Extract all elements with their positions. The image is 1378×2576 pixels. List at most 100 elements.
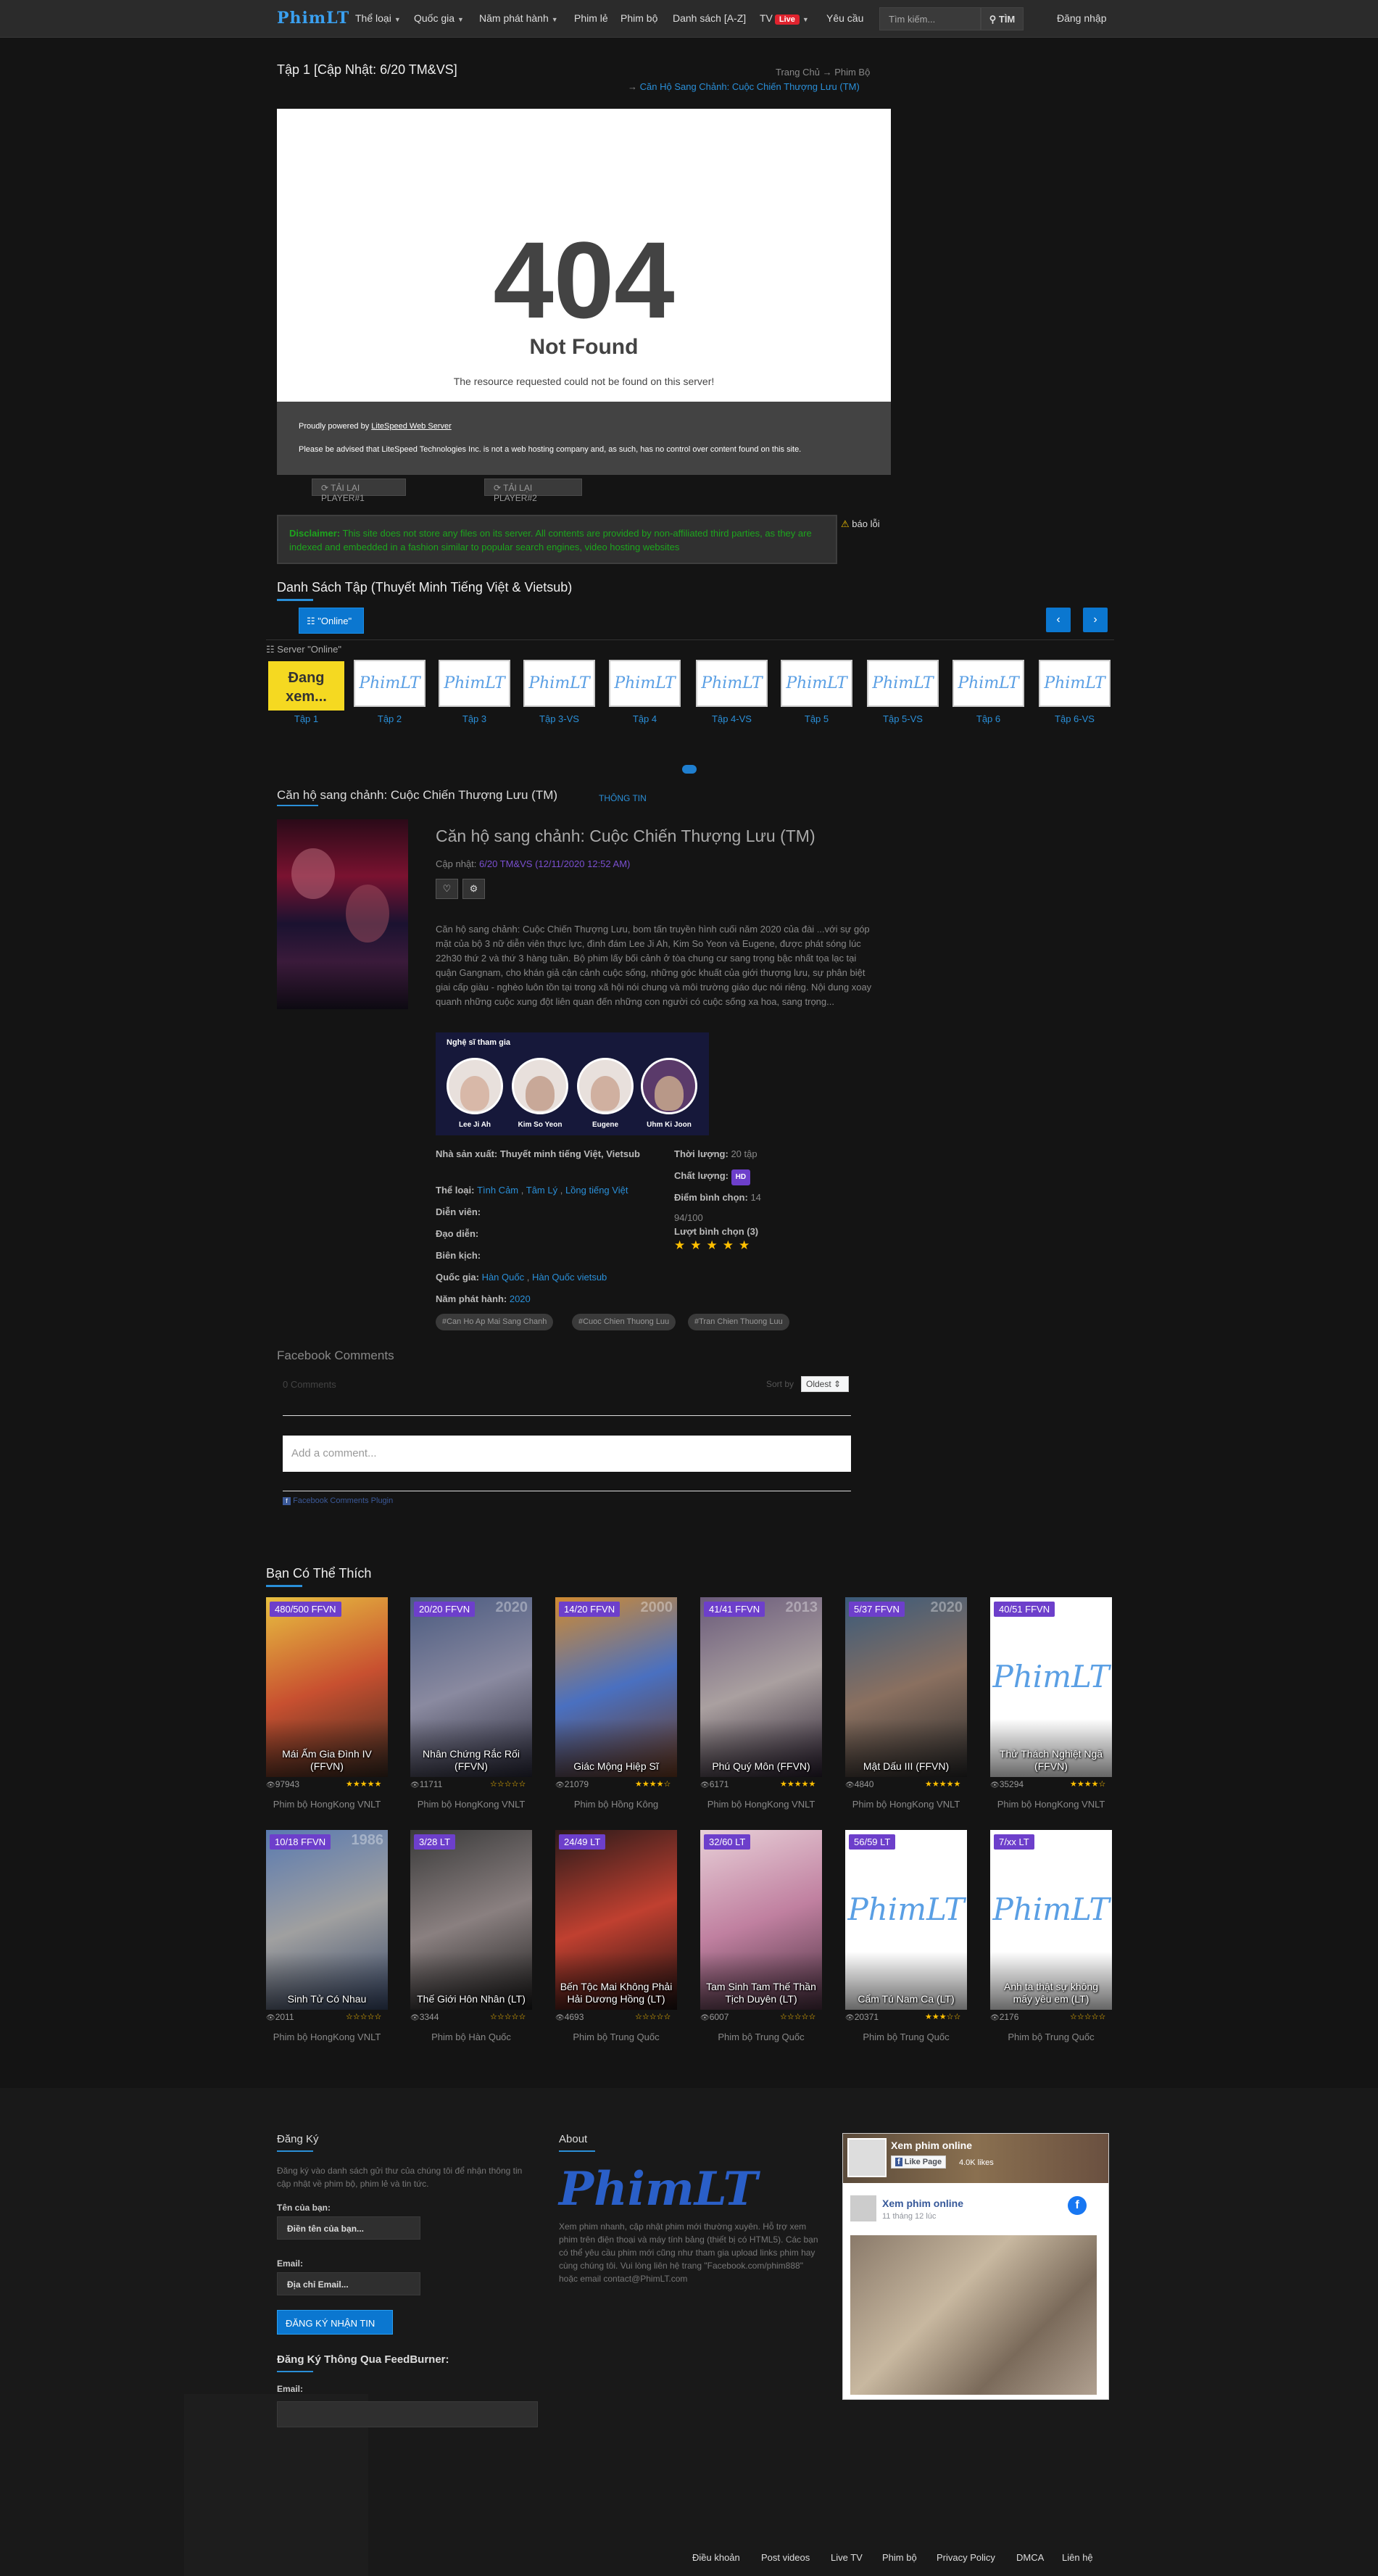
- settings-button[interactable]: ⚙: [462, 879, 485, 899]
- year-link[interactable]: 2020: [510, 1293, 531, 1304]
- search-input[interactable]: Tìm kiếm...: [879, 7, 981, 30]
- reload-player-1-button[interactable]: ⟳ TẢI LẠI PLAYER#1: [312, 479, 406, 503]
- star-icon[interactable]: ★: [739, 1238, 755, 1252]
- episode-button[interactable]: PhimLT: [609, 660, 681, 707]
- fb-post-author[interactable]: Xem phim online: [882, 2198, 963, 2209]
- cast-avatar[interactable]: [577, 1058, 634, 1114]
- prev-episode-button[interactable]: ‹: [1046, 608, 1071, 632]
- movie-category[interactable]: Phim bộ Hồng Kông: [555, 1799, 677, 1810]
- movie-card-title[interactable]: Phú Quý Môn (FFVN): [703, 1760, 819, 1773]
- feedburner-email-field[interactable]: [277, 2401, 538, 2427]
- movie-category[interactable]: Phim bộ HongKong VNLT: [266, 2032, 388, 2042]
- login-link[interactable]: Đăng nhập: [1057, 12, 1107, 24]
- reload-player-2-button[interactable]: ⟳ TẢI LẠI PLAYER#2: [484, 479, 582, 503]
- episode-label[interactable]: Tập 1: [268, 713, 344, 724]
- episode-label[interactable]: Tập 3-VS: [523, 713, 595, 724]
- next-episode-button[interactable]: ›: [1083, 608, 1108, 632]
- fb-plugin-link[interactable]: f Facebook Comments Plugin: [283, 1496, 393, 1505]
- footer-link-terms[interactable]: Điều khoản: [692, 2552, 740, 2563]
- movie-category[interactable]: Phim bộ HongKong VNLT: [845, 1799, 967, 1810]
- movie-card-title[interactable]: Bến Tộc Mai Không Phải Hải Dương Hồng (L…: [558, 1981, 674, 2005]
- movie-category[interactable]: Phim bộ Trung Quốc: [555, 2032, 677, 2042]
- movie-card-title[interactable]: Tam Sinh Tam Thế Thần Tịch Duyên (LT): [703, 1981, 819, 2005]
- episode-label[interactable]: Tập 2: [354, 713, 426, 724]
- country-link[interactable]: Hàn Quốc vietsub: [532, 1272, 607, 1283]
- episode-label[interactable]: Tập 6: [952, 713, 1024, 724]
- footer-link-privacy[interactable]: Privacy Policy: [937, 2552, 995, 2563]
- movie-category[interactable]: Phim bộ HongKong VNLT: [410, 1799, 532, 1810]
- fb-like-button[interactable]: f Like Page: [891, 2155, 947, 2169]
- nav-az-list[interactable]: Danh sách [A-Z]: [673, 12, 746, 24]
- footer-link-dmca[interactable]: DMCA: [1016, 2552, 1044, 2563]
- breadcrumb-series[interactable]: Phim Bộ: [834, 67, 870, 78]
- movie-category[interactable]: Phim bộ Trung Quốc: [990, 2032, 1112, 2042]
- star-icon[interactable]: ★: [690, 1238, 706, 1252]
- genre-link[interactable]: Tâm Lý: [526, 1185, 557, 1196]
- cast-name[interactable]: Uhm Ki Joon: [636, 1121, 702, 1129]
- movie-card[interactable]: 24/49 LT Bến Tộc Mai Không Phải Hải Dương…: [555, 1830, 677, 2010]
- genre-link[interactable]: Lồng tiếng Việt: [565, 1185, 628, 1196]
- cast-avatar[interactable]: [447, 1058, 503, 1114]
- favorite-button[interactable]: ♡: [436, 879, 458, 899]
- movie-card-title[interactable]: Anh ta thật sự không mấy yêu em (LT): [993, 1981, 1109, 2005]
- star-icon[interactable]: ★: [674, 1238, 690, 1252]
- nav-tv[interactable]: TV Live ▼: [760, 12, 809, 25]
- movie-card[interactable]: 14/20 FFVN 2000 Giác Mộng Hiệp Sĩ: [555, 1597, 677, 1777]
- movie-card-title[interactable]: Thử Thách Nghiệt Ngã (FFVN): [993, 1748, 1109, 1773]
- tag-chip[interactable]: #Cuoc Chien Thuong Luu: [572, 1314, 676, 1330]
- footer-link-live-tv[interactable]: Live TV: [831, 2552, 863, 2563]
- fb-page-name[interactable]: Xem phim online: [891, 2140, 972, 2151]
- movie-category[interactable]: Phim bộ Trung Quốc: [700, 2032, 822, 2042]
- movie-category[interactable]: Phim bộ Hàn Quốc: [410, 2032, 532, 2042]
- episode-label[interactable]: Tập 4-VS: [696, 713, 768, 724]
- episode-button[interactable]: PhimLT: [1039, 660, 1111, 707]
- movie-card-title[interactable]: Sinh Tử Có Nhau: [269, 1993, 385, 2005]
- nav-request[interactable]: Yêu cầu: [826, 12, 863, 24]
- facebook-page-widget[interactable]: Xem phim online f Like Page 4.0K likes X…: [842, 2133, 1109, 2400]
- nav-genre[interactable]: Thể loại ▼: [355, 12, 401, 24]
- nav-movies[interactable]: Phim lẻ: [574, 12, 608, 24]
- footer-link-post-videos[interactable]: Post videos: [761, 2552, 810, 2563]
- movie-card[interactable]: 32/60 LT Tam Sinh Tam Thế Thần Tịch Duyên…: [700, 1830, 822, 2010]
- episode-button[interactable]: PhimLT: [523, 660, 595, 707]
- breadcrumb-home[interactable]: Trang Chủ: [776, 67, 820, 78]
- episode-button[interactable]: PhimLT: [952, 660, 1024, 707]
- movie-card-title[interactable]: Thế Giới Hôn Nhân (LT): [413, 1993, 529, 2005]
- genre-link[interactable]: Tình Cảm: [477, 1185, 518, 1196]
- movie-category[interactable]: Phim bộ Trung Quốc: [845, 2032, 967, 2042]
- report-link[interactable]: ⚠ báo lỗi: [841, 518, 880, 530]
- movie-card[interactable]: 41/41 FFVN 2013 Phú Quý Môn (FFVN): [700, 1597, 822, 1777]
- tab-info[interactable]: THÔNG TIN: [599, 793, 647, 803]
- name-field[interactable]: Điền tên của bạn...: [277, 2216, 420, 2240]
- sort-select[interactable]: Oldest ⇕: [801, 1376, 849, 1392]
- movie-card[interactable]: 3/28 LT Thế Giới Hôn Nhân (LT): [410, 1830, 532, 2010]
- episode-label[interactable]: Tập 4: [609, 713, 681, 724]
- tag-chip[interactable]: #Can Ho Ap Mai Sang Chanh: [436, 1314, 554, 1330]
- footer-link-contact[interactable]: Liên hệ: [1062, 2552, 1093, 2563]
- comment-input[interactable]: Add a comment...: [283, 1436, 851, 1472]
- email-field[interactable]: Địa chỉ Email...: [277, 2272, 420, 2295]
- litespeed-link[interactable]: LiteSpeed Web Server: [371, 422, 451, 431]
- nav-country[interactable]: Quốc gia ▼: [414, 12, 464, 24]
- movie-card[interactable]: PhimLT 56/59 LT Cẩm Tú Nam Ca (LT): [845, 1830, 967, 2010]
- movie-card[interactable]: 20/20 FFVN 2020 Nhân Chứng Rắc Rối (FFVN): [410, 1597, 532, 1777]
- episode-label[interactable]: Tập 5-VS: [867, 713, 939, 724]
- movie-card[interactable]: PhimLT 7/xx LT Anh ta thật sự không mấy yê…: [990, 1830, 1112, 2010]
- episode-button[interactable]: PhimLT: [867, 660, 939, 707]
- site-logo[interactable]: PhimLT: [277, 9, 349, 28]
- episode-button[interactable]: PhimLT: [696, 660, 768, 707]
- episode-label[interactable]: Tập 6-VS: [1039, 713, 1111, 724]
- movie-card[interactable]: 480/500 FFVN Mái Ấm Gia Đình IV (FFVN): [266, 1597, 388, 1777]
- movie-category[interactable]: Phim bộ HongKong VNLT: [990, 1799, 1112, 1810]
- breadcrumb-movie[interactable]: Căn Hộ Sang Chảnh: Cuộc Chiến Thượng Lưu…: [640, 81, 860, 92]
- carousel-dot[interactable]: [682, 765, 697, 774]
- episode-label[interactable]: Tập 3: [439, 713, 510, 724]
- movie-category[interactable]: Phim bộ HongKong VNLT: [266, 1799, 388, 1810]
- episode-button[interactable]: PhimLT: [354, 660, 426, 707]
- movie-card-title[interactable]: Cẩm Tú Nam Ca (LT): [848, 1993, 964, 2005]
- cast-avatar[interactable]: [512, 1058, 568, 1114]
- cast-name[interactable]: Lee Ji Ah: [442, 1121, 507, 1129]
- episode-button[interactable]: PhimLT: [781, 660, 852, 707]
- subscribe-button[interactable]: ĐĂNG KÝ NHẬN TIN: [277, 2310, 393, 2335]
- star-icon[interactable]: ★: [723, 1238, 739, 1252]
